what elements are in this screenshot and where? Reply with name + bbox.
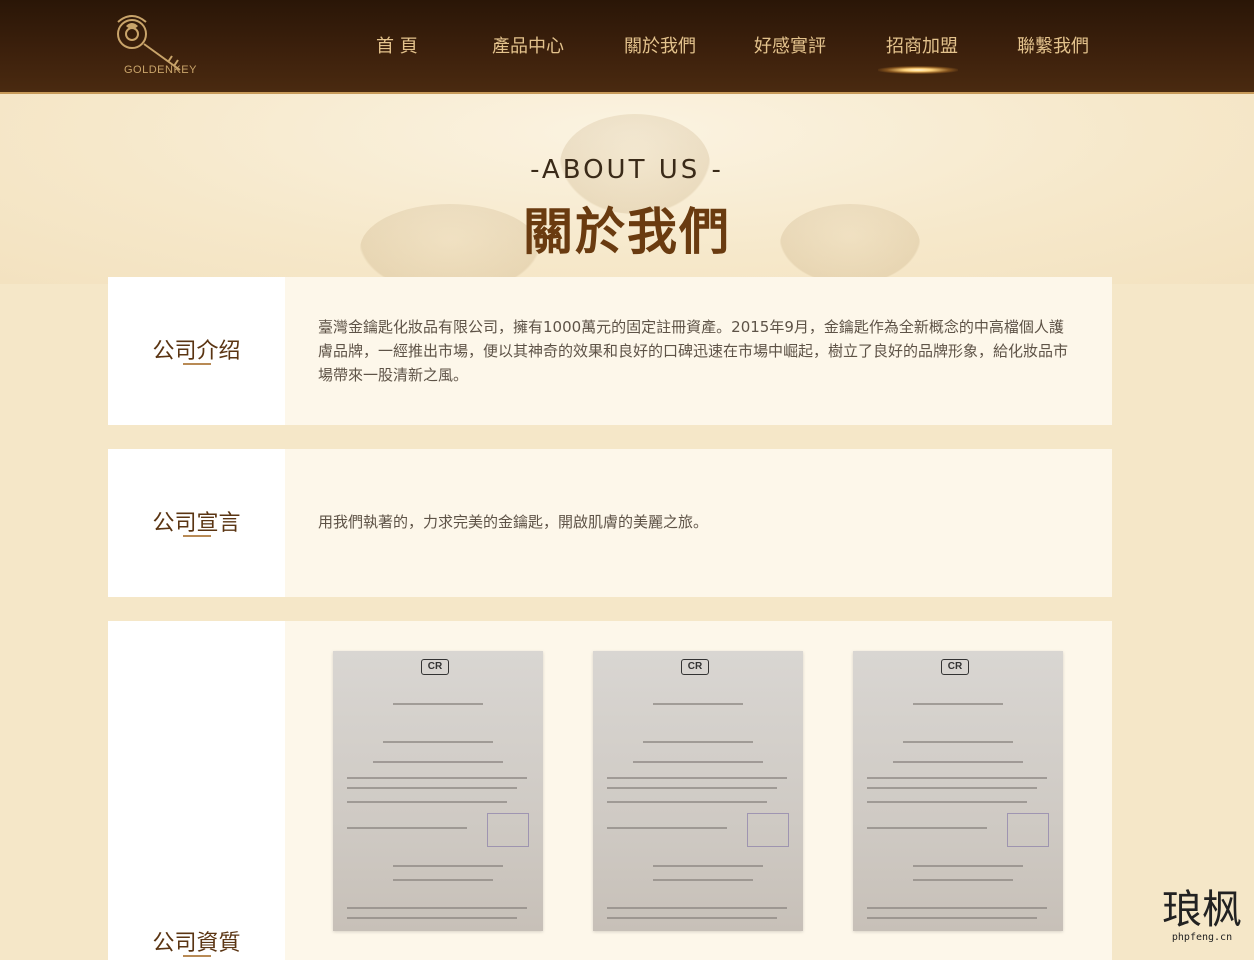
nav-item-contact[interactable]: 聯繫我們 <box>1017 32 1089 58</box>
logo-text: GOLDENKEY <box>124 64 197 76</box>
watermark-url: phpfeng.cn <box>1171 932 1233 943</box>
company-qualification-section: 公司資質 CR CR CR <box>108 621 1112 960</box>
section-title-underline <box>183 363 211 365</box>
section-label-panel: 公司宣言 <box>108 449 285 597</box>
section-title-declaration: 公司宣言 <box>152 511 241 536</box>
company-declaration-text: 用我們執著的，力求完美的金鑰匙，開啟肌膚的美麗之旅。 <box>318 513 709 531</box>
section-title-underline <box>183 955 211 957</box>
nav-item-about[interactable]: 關於我們 <box>624 32 696 58</box>
cr-badge: CR <box>681 659 709 675</box>
certificate-image[interactable]: CR <box>593 651 803 931</box>
section-title-intro: 公司介绍 <box>152 339 241 364</box>
about-title-zh: 關於我們 <box>523 202 731 261</box>
certificate-image[interactable]: CR <box>333 651 543 931</box>
company-intro-text: 臺灣金鑰匙化妝品有限公司，擁有1000萬元的固定註冊資產。2015年9月，金鑰匙… <box>318 318 1069 384</box>
watermark-logo-text: 琅枫 <box>1162 887 1242 933</box>
site-watermark: 琅枫 phpfeng.cn <box>1162 888 1242 943</box>
nav-item-products[interactable]: 產品中心 <box>492 32 564 58</box>
nav-item-franchise[interactable]: 招商加盟 <box>886 32 958 58</box>
nav-item-reviews[interactable]: 好感實評 <box>754 32 826 58</box>
section-title-underline <box>183 535 211 537</box>
section-label-panel: 公司介绍 <box>108 277 285 425</box>
active-nav-indicator <box>878 66 958 74</box>
company-intro-section: 公司介绍 臺灣金鑰匙化妝品有限公司，擁有1000萬元的固定註冊資產。2015年9… <box>108 277 1112 425</box>
certificate-image[interactable]: CR <box>853 651 1063 931</box>
section-title-qualification: 公司資質 <box>152 931 241 956</box>
section-label-panel: 公司資質 <box>108 621 285 960</box>
site-header: GOLDENKEY 首 頁 產品中心 關於我們 好感實評 招商加盟 聯繫我們 <box>0 0 1254 94</box>
cr-badge: CR <box>941 659 969 675</box>
company-declaration-section: 公司宣言 用我們執著的，力求完美的金鑰匙，開啟肌膚的美麗之旅。 <box>108 449 1112 597</box>
cr-badge: CR <box>421 659 449 675</box>
nav-item-home[interactable]: 首 頁 <box>376 32 418 58</box>
about-title-en: -ABOUT US - <box>530 155 724 185</box>
